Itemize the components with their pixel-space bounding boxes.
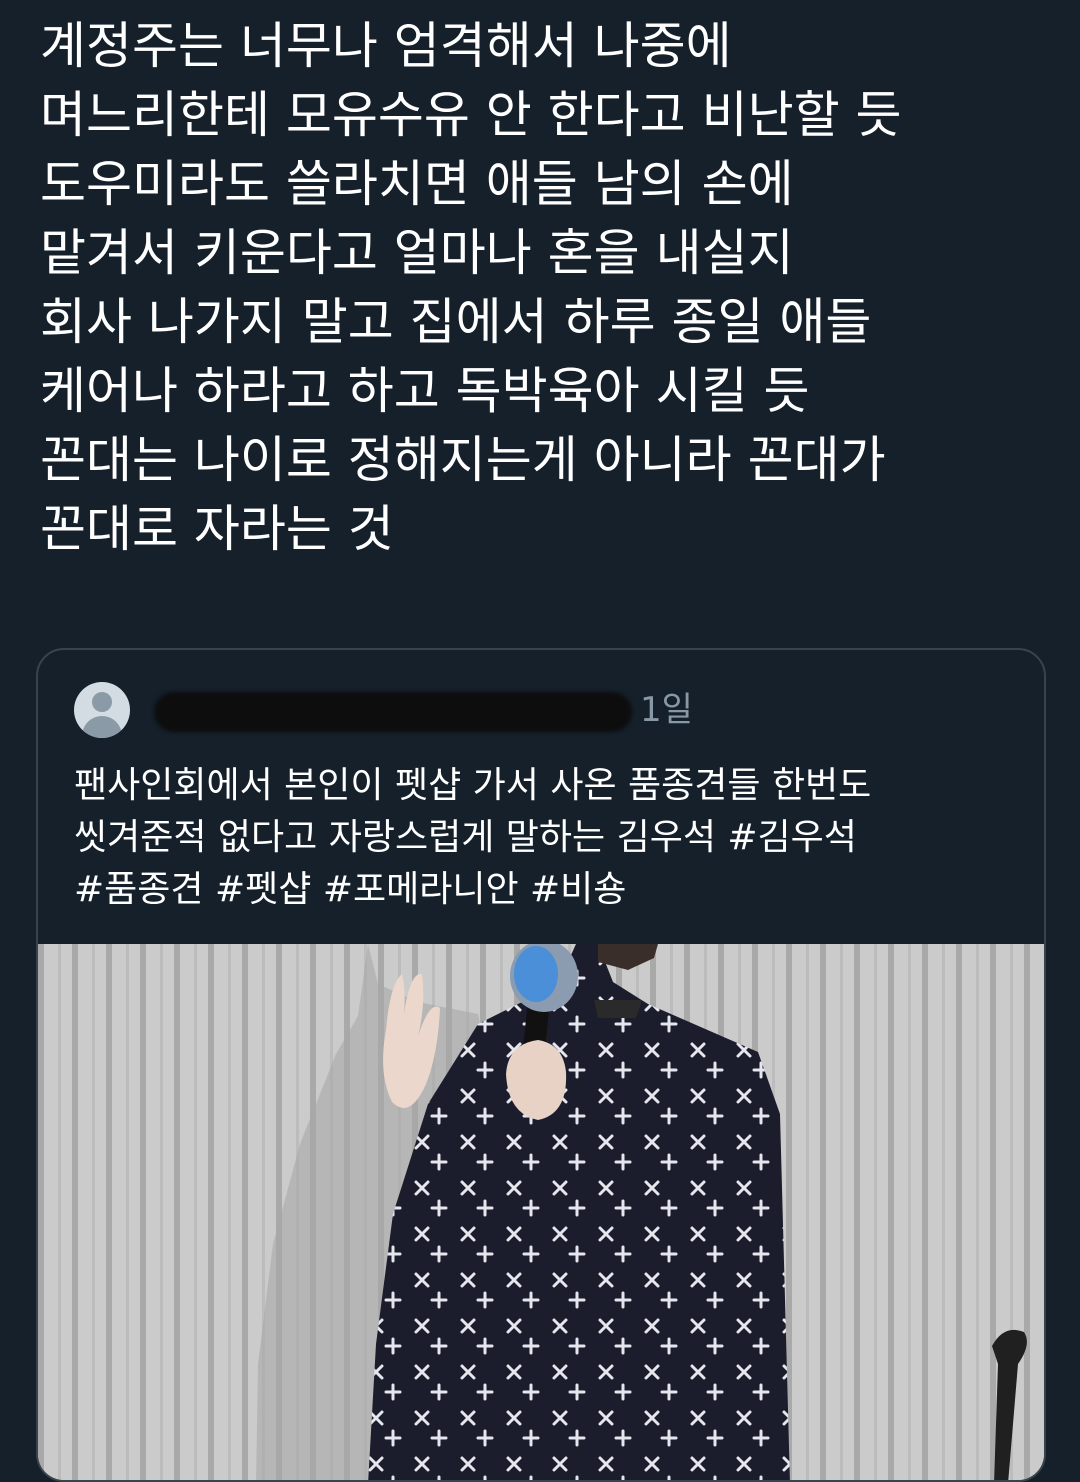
quoted-tweet-header: 1일	[74, 682, 974, 742]
quoted-tweet-text-line: #품종견 #펫샵 #포메라니안 #비숑	[74, 869, 627, 910]
quoted-tweet-card[interactable]: 1일 팬사인회에서 본인이 펫샵 가서 사온 품종견들 한번도 씻겨준적 없다고…	[36, 648, 1046, 1482]
quoted-tweet-photo[interactable]	[38, 944, 1044, 1480]
tweet-text-line: 케어나 하라고 하고 독박육아 시킬 듯	[40, 362, 810, 420]
default-avatar-icon[interactable]	[74, 682, 130, 738]
tweet-text-line: 계정주는 너무나 엄격해서 나중에	[40, 17, 732, 75]
quoted-tweet-text: 팬사인회에서 본인이 펫샵 가서 사온 품종견들 한번도 씻겨준적 없다고 자랑…	[74, 760, 1014, 916]
redacted-username	[154, 692, 632, 732]
quoted-tweet-timestamp[interactable]: 1일	[640, 688, 693, 732]
tweet-text-line: 회사 나가지 말고 집에서 하루 종일 애들	[40, 293, 872, 351]
tweet-text-line: 꼰대는 나이로 정해지는게 아니라 꼰대가	[40, 431, 886, 489]
tweet-text: 계정주는 너무나 엄격해서 나중에 며느리한테 모유수유 안 한다고 비난할 듯…	[40, 12, 1050, 564]
tweet-text-line: 꼰대로 자라는 것	[40, 500, 394, 558]
tweet-text-line: 맡겨서 키운다고 얼마나 혼을 내실지	[40, 224, 794, 282]
quoted-tweet-text-line: 씻겨준적 없다고 자랑스럽게 말하는 김우석 #김우석	[74, 817, 857, 858]
tweet-text-line: 도우미라도 쓸라치면 애들 남의 손에	[40, 155, 794, 213]
tweet-text-line: 며느리한테 모유수유 안 한다고 비난할 듯	[40, 86, 902, 144]
quoted-tweet-text-line: 팬사인회에서 본인이 펫샵 가서 사온 품종견들 한번도	[74, 765, 872, 806]
